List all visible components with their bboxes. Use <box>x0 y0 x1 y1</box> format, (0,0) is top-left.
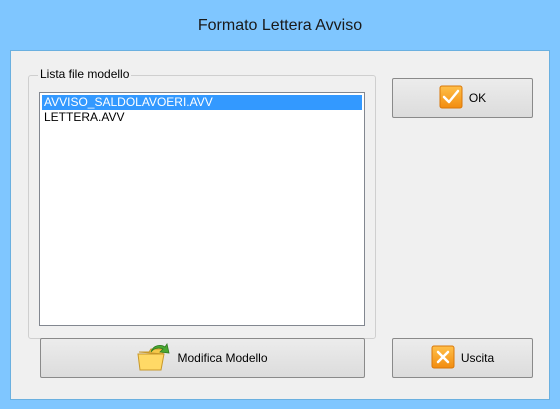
list-item[interactable]: LETTERA.AVV <box>42 110 362 125</box>
edit-template-label: Modifica Modello <box>177 351 268 365</box>
edit-template-button[interactable]: Modifica Modello <box>40 338 365 378</box>
exit-button[interactable]: Uscita <box>392 338 533 378</box>
exit-button-label: Uscita <box>460 351 495 365</box>
checkmark-icon <box>439 85 463 112</box>
title-bar[interactable]: Formato Lettera Avviso <box>0 0 560 50</box>
group-legend: Lista file modello <box>38 67 132 81</box>
window-title: Formato Lettera Avviso <box>197 17 363 34</box>
folder-arrow-icon <box>137 342 171 375</box>
close-x-icon <box>431 345 455 372</box>
ok-button[interactable]: OK <box>392 78 533 118</box>
list-item[interactable]: AVVISO_SALDOLAVOERI.AVV <box>42 95 362 110</box>
template-file-list[interactable]: AVVISO_SALDOLAVOERI.AVV LETTERA.AVV <box>39 92 365 326</box>
ok-button-label: OK <box>468 91 487 105</box>
